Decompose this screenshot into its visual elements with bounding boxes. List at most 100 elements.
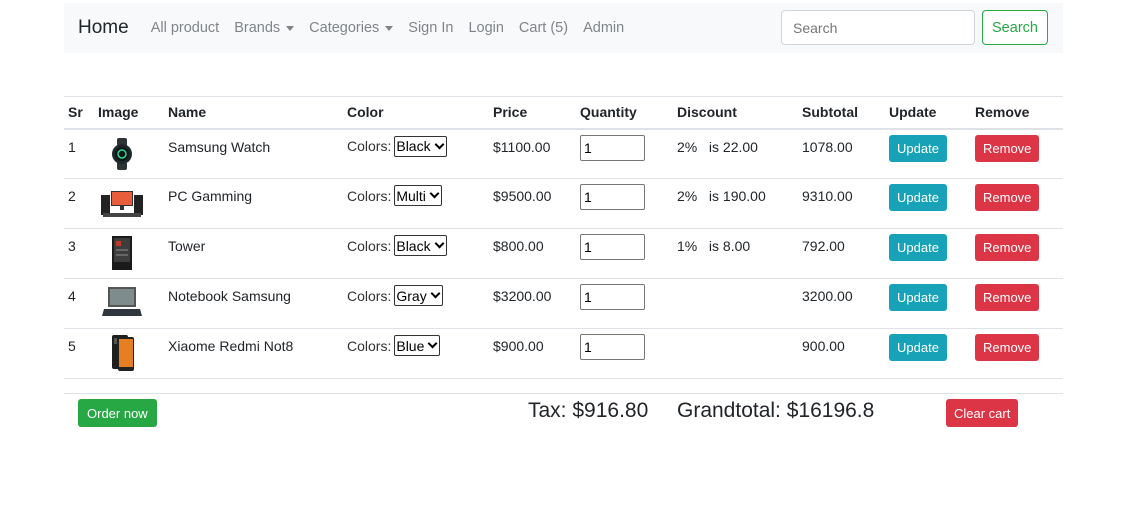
color-value: Black: [396, 138, 431, 154]
row-sr: 1: [64, 128, 94, 179]
cart-footer: Order now Tax: $916.80 Grandtotal: $1619…: [64, 393, 1063, 433]
discount-cell: 2% is 22.00: [673, 128, 798, 179]
header-color: Color: [343, 96, 489, 130]
navbar: Home All product Brands Categories Sign …: [64, 3, 1063, 53]
clear-cart-button[interactable]: Clear cart: [946, 399, 1019, 427]
chevron-down-icon: [430, 288, 441, 299]
header-image: Image: [94, 96, 164, 130]
row-sr: 4: [64, 278, 94, 329]
quantity-input[interactable]: [580, 284, 645, 310]
chevron-down-icon: [429, 188, 440, 199]
color-label: Colors:: [347, 287, 392, 304]
nav-admin[interactable]: Admin: [583, 20, 624, 36]
update-button[interactable]: Update: [889, 284, 947, 311]
color-select[interactable]: Gray: [394, 285, 443, 306]
color-value: Black: [396, 237, 431, 254]
nav-login[interactable]: Login: [468, 20, 503, 36]
update-button[interactable]: Update: [889, 184, 947, 211]
product-name: Xiaome Redmi Not8: [164, 328, 343, 379]
product-name: Samsung Watch: [164, 128, 343, 179]
color-field: Colors: Gray: [347, 285, 485, 306]
table-row: 1Samsung WatchColors:Black$1100.002% is …: [64, 128, 1063, 179]
product-name: PC Gamming: [164, 178, 343, 229]
discount-cell: [673, 328, 798, 379]
grand-total: Grandtotal: $16196.8: [677, 399, 875, 422]
product-image: [94, 278, 164, 329]
tax-total: Tax: $916.80: [528, 399, 649, 422]
product-image: [94, 228, 164, 279]
color-value: Blue: [396, 337, 425, 354]
product-price: $3200.00: [489, 278, 576, 329]
discount-amount: is 8.00: [708, 238, 751, 254]
product-subtotal: 9310.00: [798, 178, 885, 229]
header-sr: Sr: [64, 96, 94, 130]
header-discount: Discount: [673, 96, 798, 130]
quantity-input[interactable]: [580, 334, 645, 360]
table-row: 4Notebook SamsungColors:Gray$3200.00 320…: [64, 278, 1063, 329]
nav-categories-dropdown[interactable]: Categories: [309, 20, 394, 36]
update-button[interactable]: Update: [889, 234, 947, 261]
search-button[interactable]: Search: [982, 10, 1048, 45]
product-price: $9500.00: [489, 178, 576, 229]
search-input[interactable]: [781, 10, 975, 45]
remove-button[interactable]: Remove: [975, 134, 1040, 162]
remove-button[interactable]: Remove: [975, 284, 1040, 311]
product-image: [94, 328, 164, 379]
discount-percent: 2%: [677, 188, 698, 204]
chevron-down-icon: [434, 139, 445, 149]
cart-table: Sr Image Name Color Price Quantity Disco…: [64, 96, 1063, 379]
caret-down-icon: [286, 25, 295, 31]
header-subtotal: Subtotal: [798, 96, 885, 130]
caret-down-icon: [385, 25, 394, 31]
discount-amount: is 22.00: [708, 138, 758, 155]
table-header-row: Sr Image Name Color Price Quantity Disco…: [64, 96, 1063, 130]
nav-brands-dropdown[interactable]: Brands: [234, 20, 295, 36]
color-select[interactable]: Black: [394, 235, 447, 256]
remove-button[interactable]: Remove: [975, 184, 1040, 211]
header-name: Name: [164, 96, 343, 130]
table-row: 3TowerColors:Black$800.001% is 8.00792.0…: [64, 228, 1063, 279]
remove-button[interactable]: Remove: [975, 234, 1040, 261]
quantity-input[interactable]: [580, 184, 645, 210]
update-button[interactable]: Update: [889, 134, 947, 162]
product-subtotal: 1078.00: [798, 128, 885, 179]
table-row: 5Xiaome Redmi Not8Colors:Blue$900.00 900…: [64, 328, 1063, 379]
color-field: Colors: Black: [347, 135, 485, 157]
product-subtotal: 3200.00: [798, 278, 885, 329]
header-update: Update: [885, 96, 971, 130]
product-price: $1100.00: [489, 128, 576, 179]
color-select[interactable]: Multi: [394, 185, 442, 206]
discount-percent: 2%: [677, 138, 698, 155]
row-sr: 2: [64, 178, 94, 229]
color-select[interactable]: Blue: [394, 335, 441, 356]
color-label: Colors:: [347, 187, 392, 204]
discount-amount: is 190.00: [708, 188, 766, 204]
quantity-input[interactable]: [580, 234, 645, 260]
discount-cell: 1% is 8.00: [673, 228, 798, 279]
discount-cell: [673, 278, 798, 329]
order-now-button[interactable]: Order now: [78, 399, 157, 427]
header-remove: Remove: [971, 96, 1063, 130]
product-subtotal: 900.00: [798, 328, 885, 379]
color-label: Colors:: [347, 237, 392, 254]
color-label: Colors:: [347, 337, 392, 354]
product-name: Notebook Samsung: [164, 278, 343, 329]
quantity-input[interactable]: [580, 134, 645, 161]
color-field: Colors: Multi: [347, 185, 485, 206]
color-label: Colors:: [347, 138, 392, 154]
header-price: Price: [489, 96, 576, 130]
remove-button[interactable]: Remove: [975, 334, 1040, 361]
nav-cart[interactable]: Cart (5): [519, 20, 568, 36]
product-name: Tower: [164, 228, 343, 279]
product-price: $900.00: [489, 328, 576, 379]
discount-cell: 2% is 190.00: [673, 178, 798, 229]
nav-sign-in[interactable]: Sign In: [408, 20, 453, 36]
row-sr: 3: [64, 228, 94, 279]
color-select[interactable]: Black: [394, 135, 447, 157]
brand-home-link[interactable]: Home: [78, 17, 129, 39]
chevron-down-icon: [434, 238, 445, 249]
product-image: [94, 128, 164, 179]
update-button[interactable]: Update: [889, 334, 947, 361]
nav-all-product[interactable]: All product: [151, 20, 220, 36]
chevron-down-icon: [427, 338, 438, 349]
